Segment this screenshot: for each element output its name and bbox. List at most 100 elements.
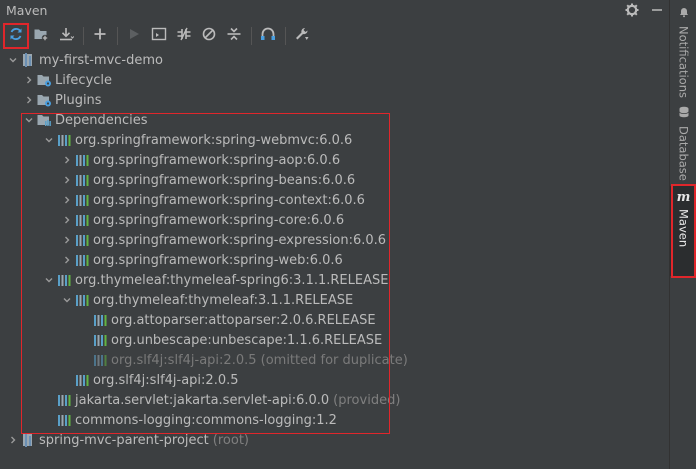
- tool-window-title: Maven: [6, 2, 48, 18]
- tree-node-dependency[interactable]: org.thymeleaf:thymeleaf-spring6:3.1.1.RE…: [0, 270, 669, 290]
- chevron-down-icon[interactable]: [42, 270, 56, 290]
- library-icon: [92, 332, 108, 348]
- chevron-right-icon[interactable]: [60, 170, 74, 190]
- tree-label: org.springframework:spring-webmvc:6.0.6: [75, 132, 353, 148]
- chevron-down-icon[interactable]: [60, 290, 74, 310]
- run-icon: [127, 27, 141, 45]
- toolbar-separator: [285, 27, 286, 45]
- tree-label: Plugins: [55, 92, 102, 108]
- maven-settings-button[interactable]: [290, 24, 314, 48]
- library-icon: [74, 172, 90, 188]
- maven-toolbar: [0, 22, 669, 50]
- tree-label: Dependencies: [55, 112, 148, 128]
- wrench-icon: [294, 26, 310, 46]
- database-tab[interactable]: Database: [670, 104, 696, 181]
- chevron-right-icon[interactable]: [60, 250, 74, 270]
- tree-node-dependency-omitted[interactable]: org.slf4j:slf4j-api:2.0.5 (omitted for d…: [0, 350, 669, 370]
- header-actions: [625, 0, 663, 20]
- tree-label: org.slf4j:slf4j-api:2.0.5 (omitted for d…: [111, 352, 408, 368]
- library-icon: [56, 132, 72, 148]
- tree-node-lifecycle[interactable]: Lifecycle: [0, 70, 669, 90]
- tree-label: spring-mvc-parent-project: [39, 432, 209, 448]
- tree-node-plugins[interactable]: Plugins: [0, 90, 669, 110]
- plugins-folder-icon: [36, 92, 52, 108]
- tree-label: commons-logging:commons-logging:1.2: [75, 412, 337, 428]
- add-maven-project-button[interactable]: [29, 24, 53, 48]
- maven-module-icon: [20, 52, 36, 68]
- tree-node-dependency[interactable]: commons-logging:commons-logging:1.2: [0, 410, 669, 430]
- tree-node-project[interactable]: my-first-mvc-demo: [0, 50, 669, 70]
- download-icon: [58, 26, 75, 46]
- offline-icon: [176, 26, 192, 46]
- chevron-right-icon[interactable]: [60, 150, 74, 170]
- tree-node-dependency[interactable]: org.springframework:spring-web:6.0.6: [0, 250, 669, 270]
- skip-tests-button[interactable]: [197, 24, 221, 48]
- library-icon: [92, 352, 108, 368]
- tree-node-dependency[interactable]: org.attoparser:attoparser:2.0.6.RELEASE: [0, 310, 669, 330]
- show-dependencies-button[interactable]: [256, 24, 280, 48]
- library-icon: [56, 412, 72, 428]
- skip-tests-icon: [201, 26, 217, 46]
- gear-icon[interactable]: [625, 3, 639, 17]
- chevron-right-icon[interactable]: [22, 70, 36, 90]
- tree-node-project[interactable]: spring-mvc-parent-project (root): [0, 430, 669, 450]
- maven-project-tree: my-first-mvc-demo Lifecycle Plugins Depe…: [0, 50, 669, 450]
- tree-node-dependency[interactable]: org.springframework:spring-context:6.0.6: [0, 190, 669, 210]
- dependencies-icon: [260, 26, 276, 46]
- tree-node-dependency[interactable]: org.springframework:spring-webmvc:6.0.6: [0, 130, 669, 150]
- maven-module-icon: [20, 432, 36, 448]
- notifications-tab-label: Notifications: [676, 26, 691, 98]
- tree-label: org.springframework:spring-context:6.0.6: [93, 192, 365, 208]
- toolbar-separator: [117, 27, 118, 45]
- minimize-icon[interactable]: [651, 4, 663, 16]
- chevron-right-icon[interactable]: [60, 230, 74, 250]
- tree-label: org.unbescape:unbescape:1.1.6.RELEASE: [111, 332, 383, 348]
- reload-button[interactable]: [3, 23, 29, 49]
- tree-node-dependency[interactable]: org.springframework:spring-core:6.0.6: [0, 210, 669, 230]
- tree-label: my-first-mvc-demo: [39, 52, 163, 68]
- maven-tab[interactable]: m Maven: [670, 186, 696, 276]
- tree-node-dependency[interactable]: org.thymeleaf:thymeleaf:3.1.1.RELEASE: [0, 290, 669, 310]
- tree-label: org.springframework:spring-core:6.0.6: [93, 212, 345, 228]
- maven-tool-window: Maven my-first-mvc-demo Lifecycle Plugin…: [0, 0, 669, 469]
- database-tab-label: Database: [676, 126, 691, 181]
- dependency-scope: (provided): [333, 392, 401, 408]
- tree-node-dependency[interactable]: org.springframework:spring-expression:6.…: [0, 230, 669, 250]
- run-button[interactable]: [122, 24, 146, 48]
- maven-tab-label: Maven: [676, 209, 691, 248]
- toolbar-separator: [251, 27, 252, 45]
- library-icon: [74, 372, 90, 388]
- tree-label: org.attoparser:attoparser:2.0.6.RELEASE: [111, 312, 376, 328]
- chevron-down-icon[interactable]: [6, 50, 20, 70]
- refresh-icon: [8, 26, 24, 46]
- tree-node-dependencies[interactable]: Dependencies: [0, 110, 669, 130]
- chevron-right-icon[interactable]: [60, 210, 74, 230]
- download-sources-button[interactable]: [54, 24, 78, 48]
- tree-label: Lifecycle: [55, 72, 113, 88]
- chevron-down-icon[interactable]: [42, 130, 56, 150]
- tree-node-dependency[interactable]: org.unbescape:unbescape:1.1.6.RELEASE: [0, 330, 669, 350]
- library-icon: [74, 232, 90, 248]
- tree-node-dependency[interactable]: jakarta.servlet:jakarta.servlet-api:6.0.…: [0, 390, 669, 410]
- library-icon: [74, 292, 90, 308]
- folder-add-icon: [33, 26, 49, 46]
- tree-label: jakarta.servlet:jakarta.servlet-api:6.0.…: [75, 392, 330, 408]
- tree-node-dependency[interactable]: org.springframework:spring-beans:6.0.6: [0, 170, 669, 190]
- add-button[interactable]: [88, 24, 112, 48]
- chevron-down-icon[interactable]: [22, 110, 36, 130]
- bell-icon: [678, 6, 690, 22]
- chevron-right-icon[interactable]: [6, 430, 20, 450]
- chevron-right-icon[interactable]: [22, 90, 36, 110]
- library-icon: [74, 192, 90, 208]
- tree-node-dependency[interactable]: org.slf4j:slf4j-api:2.0.5: [0, 370, 669, 390]
- execute-goal-button[interactable]: [147, 24, 171, 48]
- toggle-offline-button[interactable]: [172, 24, 196, 48]
- tree-label: org.springframework:spring-expression:6.…: [93, 232, 387, 248]
- chevron-right-icon[interactable]: [60, 190, 74, 210]
- collapse-all-button[interactable]: [222, 24, 246, 48]
- notifications-tab[interactable]: Notifications: [670, 4, 696, 98]
- lifecycle-folder-icon: [36, 72, 52, 88]
- library-icon: [74, 212, 90, 228]
- plus-icon: [93, 27, 107, 45]
- tree-node-dependency[interactable]: org.springframework:spring-aop:6.0.6: [0, 150, 669, 170]
